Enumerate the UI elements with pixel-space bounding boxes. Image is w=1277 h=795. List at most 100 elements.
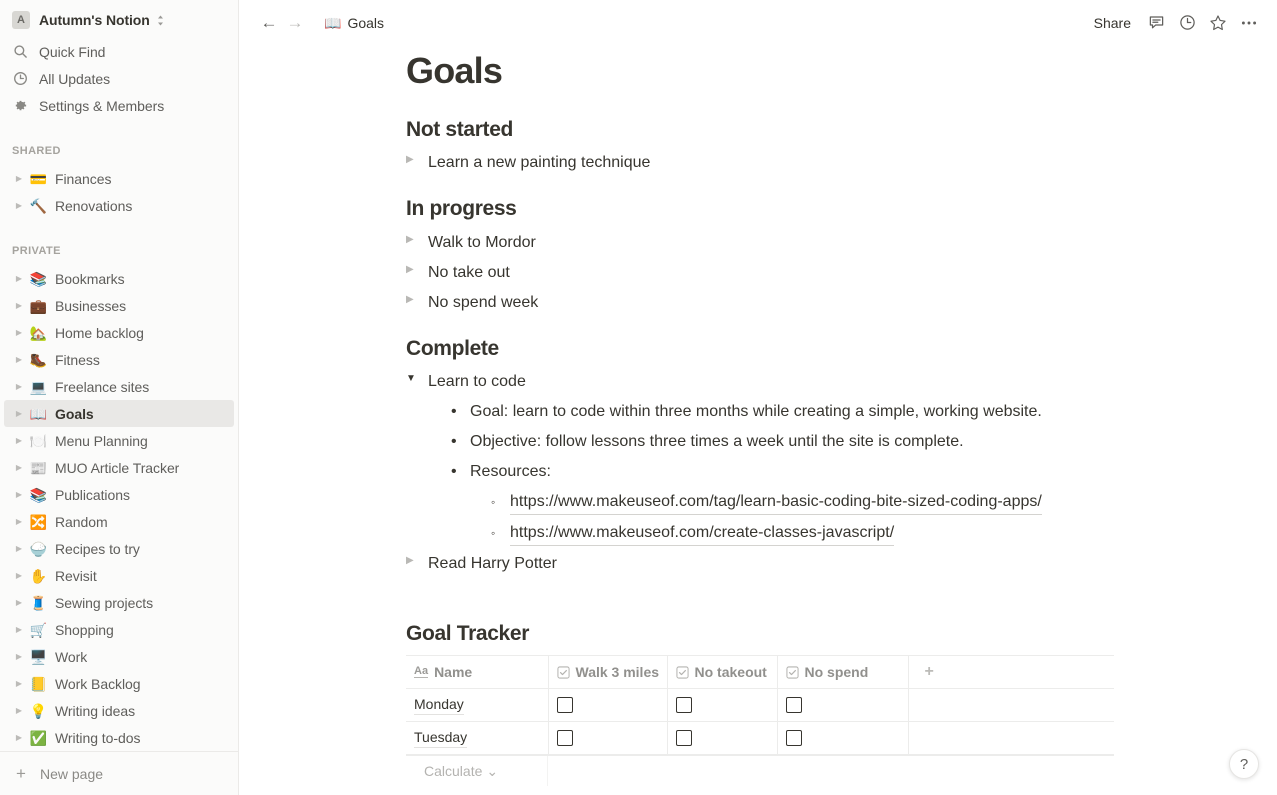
disclosure-triangle-icon[interactable]: ▶ <box>12 436 26 445</box>
cell-no-takeout[interactable] <box>667 721 778 756</box>
toggle-item[interactable]: ▶ No spend week <box>406 288 1139 318</box>
sidebar-page-shopping[interactable]: ▶ 🛒 Shopping <box>4 616 234 643</box>
arrow-right-icon[interactable]: → <box>283 11 307 35</box>
sidebar-page-bookmarks[interactable]: ▶ 📚 Bookmarks <box>4 265 234 292</box>
sidebar-page-writing-to-dos[interactable]: ▶ ✅ Writing to-dos <box>4 724 234 751</box>
checkbox-unchecked[interactable] <box>675 730 692 747</box>
cell-walk-3-miles[interactable] <box>548 688 668 723</box>
disclosure-triangle-icon[interactable]: ▶ <box>12 274 26 283</box>
checkbox-unchecked[interactable] <box>785 730 802 747</box>
sidebar-page-freelance-sites[interactable]: ▶ 💻 Freelance sites <box>4 373 234 400</box>
toggle-item[interactable]: ▶ No take out <box>406 258 1139 288</box>
disclosure-triangle-icon[interactable]: ▶ <box>12 301 26 310</box>
disclosure-triangle-icon[interactable]: ▶ <box>12 598 26 607</box>
column-header-name[interactable]: Aa Name <box>406 655 549 690</box>
disclosure-triangle-icon[interactable]: ▶ <box>12 174 26 183</box>
checkbox-unchecked[interactable] <box>556 697 573 714</box>
workspace-switcher[interactable]: A Autumn's Notion <box>8 6 230 34</box>
disclosure-triangle-icon[interactable]: ▶ <box>12 706 26 715</box>
sidebar-page-menu-planning[interactable]: ▶ 🍽️ Menu Planning <box>4 427 234 454</box>
sidebar-item-label: Fitness <box>55 351 100 368</box>
cell-no-spend[interactable] <box>777 688 909 723</box>
table-row: Monday <box>406 688 1114 723</box>
disclosure-triangle-icon[interactable]: ▶ <box>12 517 26 526</box>
toggle-item[interactable]: ▶ Learn a new painting technique <box>406 148 1139 178</box>
toggle-item[interactable]: ▶ Walk to Mordor <box>406 228 1139 258</box>
disclosure-triangle-icon[interactable]: ▶ <box>406 231 428 247</box>
page-emoji-icon: 📒 <box>29 675 48 692</box>
column-header-walk-3-miles[interactable]: Walk 3 miles <box>548 655 668 690</box>
column-header-no-spend[interactable]: No spend <box>777 655 909 690</box>
arrow-left-icon[interactable]: ← <box>257 11 281 35</box>
disclosure-triangle-icon[interactable]: ▶ <box>406 151 428 167</box>
sidebar-item-quick-find[interactable]: Quick Find <box>8 38 230 65</box>
breadcrumb[interactable]: 📖 Goals <box>318 13 390 33</box>
disclosure-triangle-icon[interactable]: ▶ <box>406 552 428 568</box>
disclosure-triangle-icon[interactable]: ▶ <box>406 261 428 277</box>
cell-no-spend[interactable] <box>777 721 909 756</box>
resource-link[interactable]: https://www.makeuseof.com/tag/learn-basi… <box>510 490 1042 516</box>
cell-walk-3-miles[interactable] <box>548 721 668 756</box>
comment-icon[interactable] <box>1142 10 1170 36</box>
resource-link[interactable]: https://www.makeuseof.com/create-classes… <box>510 521 895 547</box>
sidebar-page-businesses[interactable]: ▶ 💼 Businesses <box>4 292 234 319</box>
sidebar-page-goals[interactable]: ▶ 📖 Goals <box>4 400 234 427</box>
help-button[interactable]: ? <box>1229 749 1259 779</box>
disclosure-triangle-icon[interactable]: ▶ <box>12 544 26 553</box>
goal-tracker-heading: Goal Tracker <box>406 622 530 646</box>
sidebar-page-home-backlog[interactable]: ▶ 🏡 Home backlog <box>4 319 234 346</box>
disclosure-triangle-icon[interactable]: ▶ <box>12 328 26 337</box>
disclosure-triangle-icon[interactable]: ▶ <box>12 382 26 391</box>
toggle-item[interactable]: ▶ Read Harry Potter <box>406 549 1139 579</box>
disclosure-triangle-icon[interactable]: ▶ <box>12 571 26 580</box>
sidebar-page-writing-ideas[interactable]: ▶ 💡 Writing ideas <box>4 697 234 724</box>
disclosure-triangle-icon[interactable]: ▶ <box>12 463 26 472</box>
ellipsis-icon[interactable] <box>1235 10 1263 36</box>
toggle-item-expanded[interactable]: ▼ Learn to code <box>406 367 1139 397</box>
toggle-label: No spend week <box>428 293 539 311</box>
checkbox-unchecked[interactable] <box>675 697 692 714</box>
sidebar-page-publications[interactable]: ▶ 📚 Publications <box>4 481 234 508</box>
sidebar-page-finances[interactable]: ▶ 💳 Finances <box>4 165 234 192</box>
checkbox-unchecked[interactable] <box>556 730 573 747</box>
bullet-item: • Objective: follow lessons three times … <box>451 427 1139 457</box>
disclosure-triangle-icon[interactable]: ▶ <box>12 490 26 499</box>
new-page-button[interactable]: + New page <box>0 751 238 795</box>
share-button[interactable]: Share <box>1086 10 1139 36</box>
sidebar-page-renovations[interactable]: ▶ 🔨 Renovations <box>4 192 234 219</box>
sidebar-page-muo-article-tracker[interactable]: ▶ 📰 MUO Article Tracker <box>4 454 234 481</box>
calculate-button[interactable]: Calculate ⌄ <box>406 756 547 786</box>
bullet-circle-icon: ◦ <box>491 526 496 541</box>
toggle-label: Learn a new painting technique <box>428 154 651 172</box>
plus-icon: + <box>16 763 26 783</box>
history-clock-icon[interactable] <box>1173 10 1201 36</box>
disclosure-triangle-icon[interactable]: ▶ <box>12 355 26 364</box>
cell-no-takeout[interactable] <box>667 688 778 723</box>
sidebar-page-sewing-projects[interactable]: ▶ 🧵 Sewing projects <box>4 589 234 616</box>
sidebar-page-work-backlog[interactable]: ▶ 📒 Work Backlog <box>4 670 234 697</box>
star-icon[interactable] <box>1204 10 1232 36</box>
sidebar-page-revisit[interactable]: ▶ ✋ Revisit <box>4 562 234 589</box>
column-header-no-takeout[interactable]: No takeout <box>667 655 778 690</box>
sidebar-item-settings-members[interactable]: Settings & Members <box>8 92 230 119</box>
sidebar-page-fitness[interactable]: ▶ 🥾 Fitness <box>4 346 234 373</box>
disclosure-triangle-icon[interactable]: ▼ <box>406 370 428 386</box>
sidebar-item-label: Home backlog <box>55 324 144 341</box>
sidebar-item-all-updates[interactable]: All Updates <box>8 65 230 92</box>
cell-name[interactable]: Tuesday <box>406 721 549 756</box>
sidebar-page-work[interactable]: ▶ 🖥️ Work <box>4 643 234 670</box>
toggle-label: Read Harry Potter <box>428 555 557 573</box>
disclosure-triangle-icon[interactable]: ▶ <box>12 733 26 742</box>
disclosure-triangle-icon[interactable]: ▶ <box>12 652 26 661</box>
disclosure-triangle-icon[interactable]: ▶ <box>12 409 26 418</box>
sidebar-page-random[interactable]: ▶ 🔀 Random <box>4 508 234 535</box>
cell-name[interactable]: Monday <box>406 688 549 723</box>
disclosure-triangle-icon[interactable]: ▶ <box>406 291 428 307</box>
checkbox-unchecked[interactable] <box>785 697 802 714</box>
sidebar-page-recipes-to-try[interactable]: ▶ 🍚 Recipes to try <box>4 535 234 562</box>
page-title: Goals <box>406 50 503 91</box>
disclosure-triangle-icon[interactable]: ▶ <box>12 201 26 210</box>
disclosure-triangle-icon[interactable]: ▶ <box>12 679 26 688</box>
disclosure-triangle-icon[interactable]: ▶ <box>12 625 26 634</box>
add-column-button[interactable]: + <box>908 655 1114 690</box>
